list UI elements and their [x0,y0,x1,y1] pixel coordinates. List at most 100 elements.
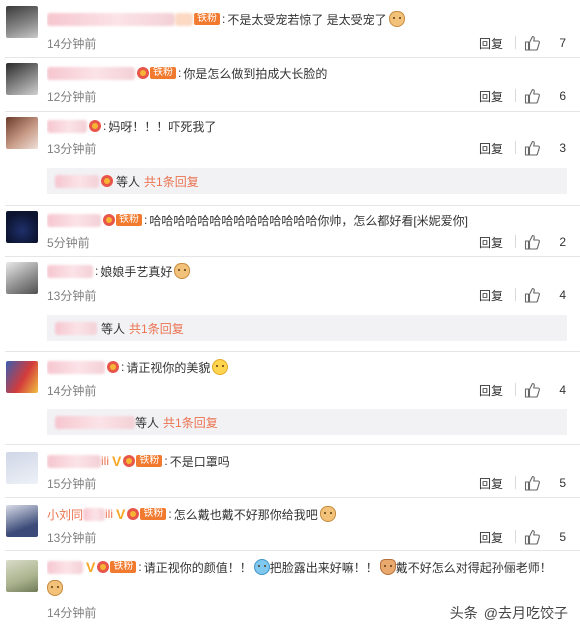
comment-actions: 回复 4 [476,381,566,399]
comment-text-part-1: 请正视你的颜值！！ [143,560,252,575]
fan-badge: 铁粉 [136,455,163,467]
username-blurred[interactable] [47,119,87,133]
like-count: 6 [559,89,566,103]
reply-button[interactable]: 回复 [479,475,503,492]
comment-actions: 回复 2 [476,233,566,251]
thumbs-up-icon[interactable] [524,234,540,250]
comment-actions: 回复 7 [476,34,566,52]
fan-medal-icon [101,175,113,187]
avatar[interactable] [6,63,38,95]
username-blurred[interactable] [47,12,175,26]
avatar[interactable] [6,262,38,294]
thumbs-up-icon[interactable] [524,287,540,303]
comment-actions: 回复 5 [476,528,566,546]
username-blurred[interactable] [83,507,106,521]
comment-actions: 回复 6 [476,87,566,105]
comment-time: 13分钟前 [47,142,97,156]
like-count: 4 [559,383,566,397]
avatar[interactable] [6,560,38,592]
sub-reply-tail: 等人 [116,174,141,189]
sub-reply-summary[interactable]: 等人 共1条回复 [47,315,567,341]
divider [5,57,580,58]
reply-button[interactable]: 回复 [479,140,503,157]
comment-actions: 回复 3 [476,139,566,157]
comment-text: 妈呀！！！吓死我了 [108,119,217,134]
thumbs-up-icon[interactable] [524,529,540,545]
reply-button[interactable]: 回复 [479,88,503,105]
thumbs-up-icon[interactable] [524,382,540,398]
like-count: 7 [559,36,566,50]
avatar[interactable] [6,117,38,149]
avatar[interactable] [6,211,38,243]
username-suffix[interactable]: ili [101,454,109,468]
username-blurred[interactable] [47,264,93,278]
comment-text: 你是怎么做到拍成大长脸的 [183,66,328,81]
sub-reply-summary[interactable]: 等人 共1条回复 [47,409,567,435]
username-blurred[interactable] [47,560,83,574]
comment-time: 14分钟前 [47,37,97,51]
username-blurred[interactable] [55,415,135,429]
username-prefix[interactable]: 小刘同 [47,506,83,523]
avatar[interactable] [6,6,38,38]
comment-time: 5分钟前 [47,236,90,250]
username-blurred[interactable] [55,174,99,188]
doge-emoji-icon [388,11,405,27]
doge-emoji-icon [319,506,336,522]
comment-time: 12分钟前 [47,90,97,104]
doge-emoji-icon [47,580,63,596]
fan-medal-icon [127,508,140,520]
comment-actions: 回复 4 [476,286,566,304]
avatar[interactable] [6,452,38,484]
username-blurred[interactable] [47,360,105,374]
like-count: 5 [559,530,566,544]
comment-time: 13分钟前 [47,289,97,303]
like-count: 3 [559,141,566,155]
fan-medal-icon [89,120,101,132]
like-count: 4 [559,288,566,302]
divider [5,111,580,112]
thumbs-up-icon[interactable] [524,140,540,156]
reply-button[interactable]: 回复 [479,35,503,52]
fan-badge: 铁粉 [140,508,167,520]
view-replies-link[interactable]: 共1条回复 [129,320,184,337]
sub-reply-tail: 等人 [101,321,126,336]
username-blurred[interactable] [47,454,101,468]
reply-button[interactable]: 回复 [479,287,503,304]
comment-text-part-2: 把脸露出来好嘛！！ [269,560,378,575]
comment-time: 14分钟前 [47,606,97,620]
fan-badge: 铁粉 [150,67,176,79]
fan-medal-icon [107,361,119,373]
username-blurred[interactable] [55,321,97,335]
username-blurred[interactable] [47,213,101,227]
comment-text: 不是口罩吗 [169,454,230,469]
divider [5,205,580,206]
divider [5,550,580,551]
view-replies-link[interactable]: 共1条回复 [144,173,199,190]
comment-time: 14分钟前 [47,384,97,398]
username-blurred[interactable] [47,66,135,80]
thumbs-up-icon[interactable] [524,35,540,51]
comment-time: 15分钟前 [47,477,97,491]
comment-text-part-3: 戴不好怎么对得起孙俪老师！ [395,560,552,575]
avatar[interactable] [6,361,38,393]
divider [5,256,580,257]
thumbs-up-icon[interactable] [524,88,540,104]
fan-medal-icon [103,214,115,226]
comment-text: 不是太受宠若惊了 是太受宠了 [227,12,387,27]
comment-time: 13分钟前 [47,531,97,545]
username-suffix[interactable]: ili [105,507,113,521]
fan-medal-icon [97,561,110,573]
crying-emoji-icon [253,559,270,575]
avatar[interactable] [6,505,38,537]
reply-button[interactable]: 回复 [479,382,503,399]
view-replies-link[interactable]: 共1条回复 [163,414,218,431]
cat-emoji-icon [379,559,396,575]
reply-button[interactable]: 回复 [479,234,503,251]
watermark-brand: 头条 [449,605,478,621]
reply-button[interactable]: 回复 [479,529,503,546]
thumbs-up-icon[interactable] [524,475,540,491]
sub-reply-summary[interactable]: 等人 共1条回复 [47,168,567,194]
sub-reply-tail: 等人 [135,415,160,430]
comment-actions: 回复 5 [476,474,566,492]
fan-medal-icon [137,67,149,79]
